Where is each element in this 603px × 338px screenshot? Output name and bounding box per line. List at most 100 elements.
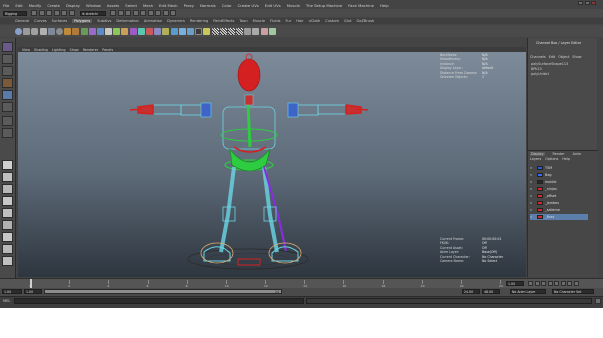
layer-visibility-toggle[interactable]: V: [530, 201, 535, 205]
layer-tab-render[interactable]: Render: [553, 152, 565, 156]
shelf-tab-glut[interactable]: Glut: [344, 19, 351, 23]
shelf-tab-hair[interactable]: Hair: [296, 19, 303, 23]
new-scene-icon[interactable]: [31, 10, 37, 16]
character-set-menu[interactable]: No Character Set: [552, 289, 594, 294]
planar-uv-icon[interactable]: [170, 27, 178, 35]
paint-icon[interactable]: [268, 27, 276, 35]
lasso-tool-icon[interactable]: [2, 54, 13, 64]
reverse-icon[interactable]: [203, 27, 211, 35]
layer-menu-help[interactable]: Help: [562, 157, 570, 161]
layer-row[interactable]: V _jambes: [530, 200, 588, 206]
right-hand[interactable]: [345, 104, 369, 115]
poly-cone-icon[interactable]: [39, 27, 47, 35]
menu-normals[interactable]: Normals: [200, 3, 216, 8]
shelf-tab-fluids[interactable]: Fluids: [270, 19, 281, 23]
go-end-icon[interactable]: [573, 281, 579, 286]
shelf-tab-fur[interactable]: Fur: [286, 19, 292, 23]
menu-create[interactable]: Create: [47, 3, 60, 8]
channel-menu-channels[interactable]: Channels: [530, 55, 546, 59]
shelf-tab-polygons[interactable]: Polygons: [72, 19, 93, 23]
menu-color[interactable]: Color: [222, 3, 232, 8]
shelf-tab-deformation[interactable]: Deformation: [116, 19, 138, 23]
snap-grid-icon[interactable]: [110, 10, 116, 16]
bevel-icon[interactable]: [154, 27, 162, 35]
boolean-icon[interactable]: [96, 27, 104, 35]
layer-row[interactable]: V TSM: [530, 165, 588, 171]
four-view-icon[interactable]: [2, 172, 13, 182]
open-scene-icon[interactable]: [38, 10, 45, 16]
shelf-tab-surfaces[interactable]: Surfaces: [52, 19, 68, 23]
range-end-field-2[interactable]: 48.00: [482, 289, 500, 294]
channel-menu-edit[interactable]: Edit: [549, 55, 556, 59]
layer-tab-display[interactable]: Display: [530, 152, 545, 156]
layer-color-swatch[interactable]: [537, 173, 543, 177]
left-arm-blue[interactable]: [200, 102, 212, 118]
render-settings-icon[interactable]: [162, 10, 169, 16]
shelf-tab-toon[interactable]: Toon: [239, 19, 247, 23]
object-name[interactable]: polyUnite1: [531, 72, 549, 76]
menu-modify[interactable]: Modify: [29, 3, 42, 8]
layer-row[interactable]: V _offset: [530, 193, 588, 199]
left-forearm[interactable]: [152, 104, 182, 115]
layer-color-swatch[interactable]: [537, 194, 543, 198]
script-editor-icon[interactable]: [595, 298, 601, 304]
shelf-tab-curves[interactable]: Curves: [34, 19, 46, 23]
checker-icon-2[interactable]: [219, 27, 227, 35]
current-time-marker[interactable]: [30, 279, 32, 288]
scale-tool-icon[interactable]: [2, 102, 13, 112]
menu-file[interactable]: File: [3, 3, 9, 8]
layer-color-swatch[interactable]: [537, 166, 543, 170]
layer-color-swatch[interactable]: [537, 180, 543, 184]
split-icon[interactable]: [137, 27, 145, 35]
layer-menu-layers[interactable]: Layers: [530, 157, 541, 161]
snap-curve-icon[interactable]: [117, 10, 124, 16]
minimize-icon[interactable]: [578, 1, 583, 5]
hypershade-icon[interactable]: [170, 10, 176, 16]
layer-visibility-toggle[interactable]: V: [530, 166, 535, 170]
channel-menu-show[interactable]: Show: [572, 55, 581, 59]
layer-color-swatch[interactable]: [537, 215, 543, 219]
command-input[interactable]: [14, 298, 304, 304]
time-slider[interactable]: 1246810121416182022241.00: [0, 278, 603, 288]
menu-muscle[interactable]: Muscle: [287, 3, 300, 8]
triangulate-icon[interactable]: [244, 27, 252, 35]
head[interactable]: [237, 58, 261, 92]
layer-color-swatch[interactable]: [537, 201, 543, 205]
layer-visibility-toggle[interactable]: V: [530, 194, 535, 198]
custom-layout-icon[interactable]: [2, 244, 13, 254]
channel-menu-object[interactable]: Object: [558, 55, 569, 59]
sculpt-icon[interactable]: [260, 27, 268, 35]
layer-visibility-toggle[interactable]: V: [530, 208, 535, 212]
rotate-tool-icon[interactable]: [2, 90, 13, 100]
layer-row[interactable]: V _salleme: [530, 207, 588, 213]
menu-edit[interactable]: Edit: [15, 3, 22, 8]
manipulator-icon[interactable]: [2, 116, 13, 126]
step-back-icon[interactable]: [541, 281, 546, 286]
layer-visibility-toggle[interactable]: V: [530, 173, 535, 177]
menu-mesh[interactable]: Mesh: [143, 3, 153, 8]
viewport[interactable]: View Shading Lighting Show Renderer Pane…: [18, 47, 526, 277]
poly-sphere-icon[interactable]: [15, 27, 22, 35]
right-leg-wire[interactable]: [262, 166, 279, 253]
shelf-tab-painteffects[interactable]: PaintEffects: [213, 19, 234, 23]
poly-cylinder-icon[interactable]: [31, 27, 39, 35]
checker-icon[interactable]: [211, 27, 219, 35]
range-end-field[interactable]: 24.00: [462, 289, 480, 294]
poly-torus-icon[interactable]: [55, 27, 63, 35]
last-tool-icon[interactable]: [2, 128, 13, 138]
maximize-icon[interactable]: [584, 1, 590, 5]
layer-row[interactable]: V _ninjas: [530, 186, 588, 192]
quadrangulate-icon[interactable]: [252, 27, 260, 35]
step-forward-icon[interactable]: [560, 281, 566, 286]
select-tool-icon[interactable]: [2, 42, 13, 52]
right-forearm[interactable]: [317, 104, 347, 115]
shelf-tab-dynamics[interactable]: Dynamics: [167, 19, 185, 23]
menu-assets[interactable]: Assets: [107, 3, 119, 8]
shelf-tab-subdivs[interactable]: Subdivs: [97, 19, 111, 23]
uv-editor-icon[interactable]: [195, 27, 203, 35]
move-tool-icon[interactable]: [2, 78, 13, 88]
hypershade-layout-icon[interactable]: [2, 220, 13, 230]
root-control[interactable]: [237, 258, 261, 266]
mirror-icon[interactable]: [105, 27, 113, 35]
left-hand[interactable]: [129, 104, 154, 115]
